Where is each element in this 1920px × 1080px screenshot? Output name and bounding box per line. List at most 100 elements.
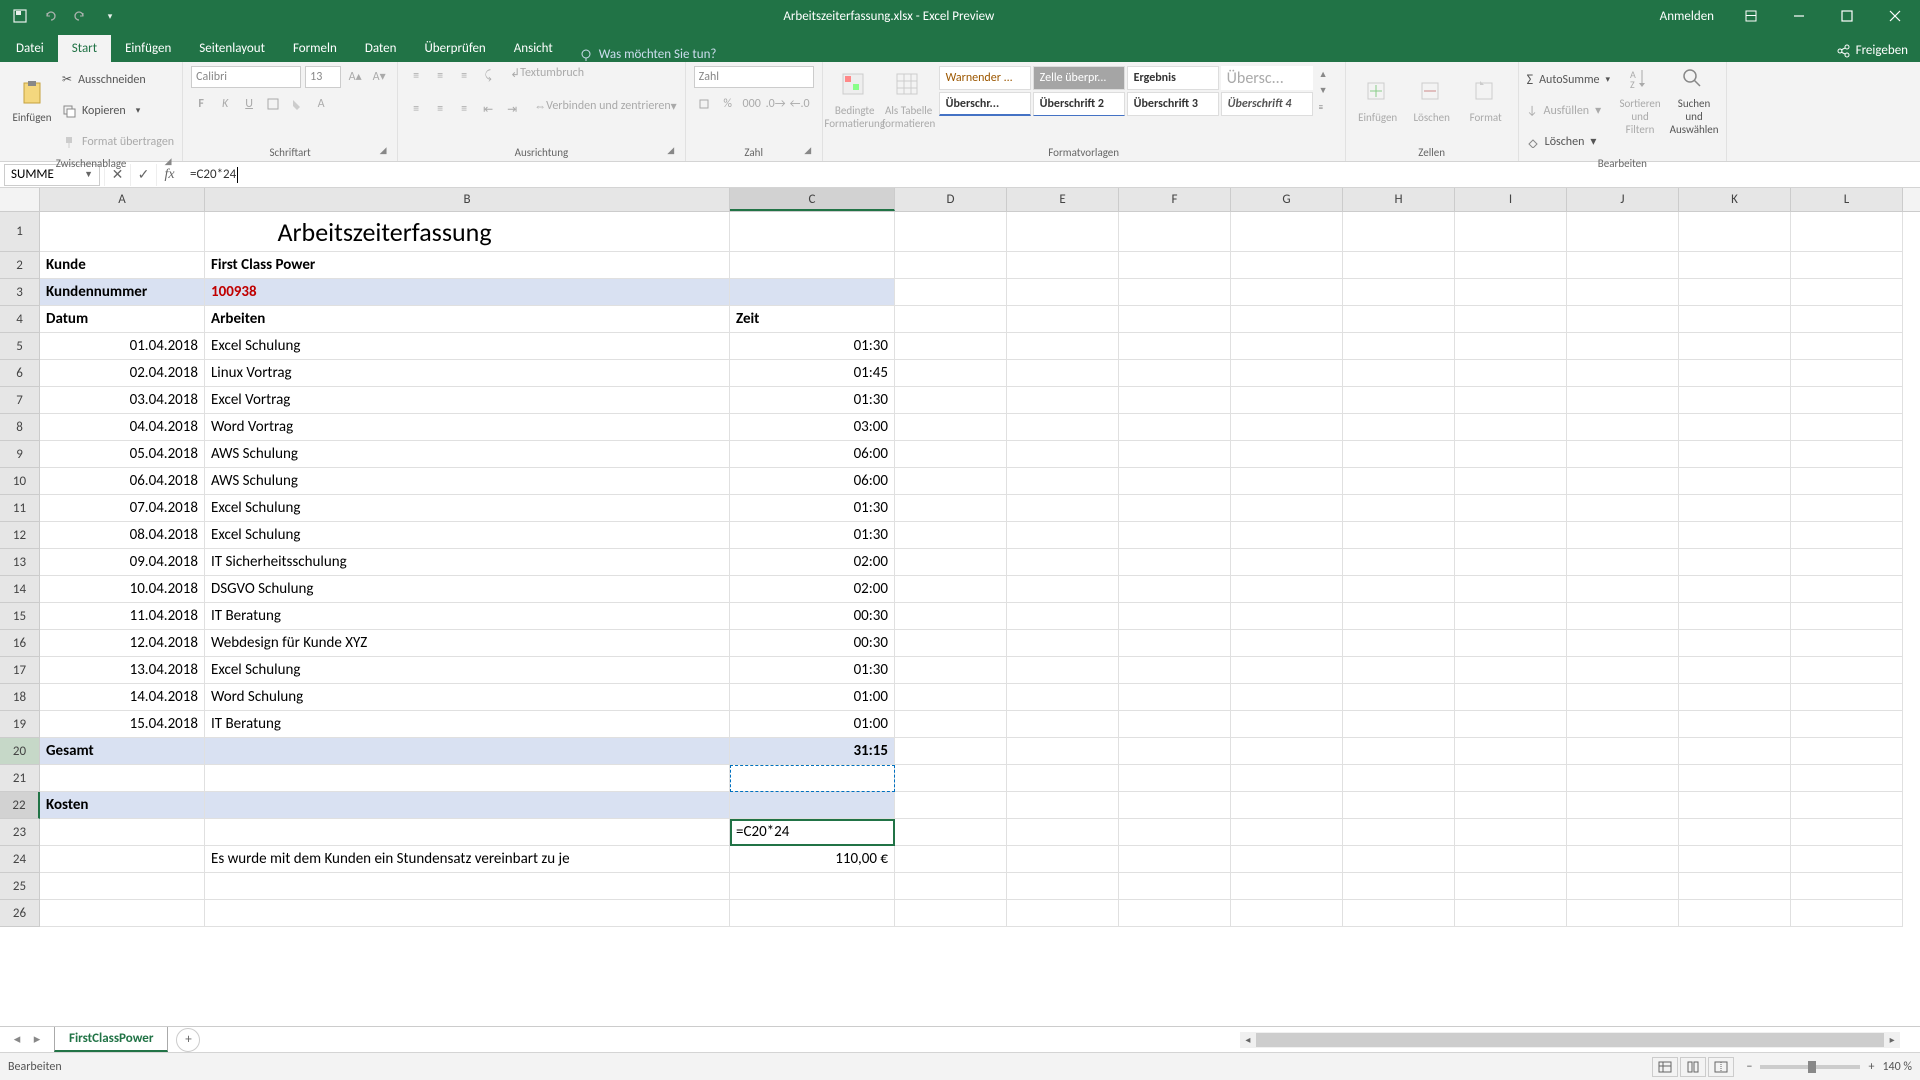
decrease-decimal-button[interactable]: ←.0 — [790, 94, 810, 114]
col-header-c[interactable]: C — [730, 188, 895, 211]
format-cells-button[interactable]: Format — [1462, 66, 1510, 136]
align-middle-button[interactable]: ≡ — [430, 66, 450, 86]
tell-me-search[interactable]: Was möchten Sie tun? — [567, 47, 729, 62]
col-header-h[interactable]: H — [1343, 188, 1455, 211]
style-h2[interactable]: Überschrift 2 — [1033, 92, 1125, 116]
qat-customize-icon[interactable]: ▾ — [98, 4, 122, 28]
format-as-table-button[interactable]: Als Tabelle formatieren — [885, 66, 933, 136]
zoom-out-button[interactable]: − — [1746, 1060, 1752, 1074]
style-warning[interactable]: Warnender ... — [939, 66, 1031, 90]
col-header-i[interactable]: I — [1455, 188, 1567, 211]
align-launcher-icon[interactable]: ◢ — [665, 145, 677, 157]
style-h3[interactable]: Überschrift 3 — [1127, 92, 1219, 116]
row-header-6[interactable]: 6 — [0, 360, 40, 387]
cut-button[interactable]: ✂Ausschneiden — [62, 66, 174, 93]
indent-dec-button[interactable]: ⇤ — [478, 99, 498, 119]
col-header-l[interactable]: L — [1791, 188, 1903, 211]
col-header-k[interactable]: K — [1679, 188, 1791, 211]
border-button[interactable] — [263, 94, 283, 114]
sheet-tab-firstclasspower[interactable]: FirstClassPower — [54, 1027, 168, 1052]
save-icon[interactable] — [8, 4, 32, 28]
minimize-button[interactable] — [1776, 0, 1822, 32]
view-normal-button[interactable] — [1652, 1057, 1678, 1077]
row-header-7[interactable]: 7 — [0, 387, 40, 414]
col-header-g[interactable]: G — [1231, 188, 1343, 211]
merge-button[interactable]: ⇔ Verbinden und zentrieren ▾ — [534, 99, 677, 126]
tab-formeln[interactable]: Formeln — [279, 35, 351, 62]
tab-daten[interactable]: Daten — [351, 35, 411, 62]
tab-start[interactable]: Start — [58, 35, 111, 62]
clipboard-launcher-icon[interactable]: ◢ — [162, 156, 174, 168]
italic-button[interactable]: K — [215, 94, 235, 114]
font-launcher-icon[interactable]: ◢ — [377, 145, 389, 157]
row-header-13[interactable]: 13 — [0, 549, 40, 576]
row-header-26[interactable]: 26 — [0, 900, 40, 927]
align-top-button[interactable]: ≡ — [406, 66, 426, 86]
redo-icon[interactable] — [68, 4, 92, 28]
autosum-button[interactable]: ΣAutoSumme ▾ — [1527, 66, 1610, 93]
share-button[interactable]: Freigeben — [1824, 39, 1920, 62]
clear-button[interactable]: Löschen ▾ — [1527, 128, 1610, 155]
currency-button[interactable] — [694, 94, 714, 114]
number-launcher-icon[interactable]: ◢ — [802, 145, 814, 157]
percent-button[interactable]: % — [718, 94, 738, 114]
horizontal-scrollbar[interactable]: ◂▸ — [1240, 1032, 1900, 1048]
align-left-button[interactable]: ≡ — [406, 99, 426, 119]
row-header-10[interactable]: 10 — [0, 468, 40, 495]
row-header-22[interactable]: 22 — [0, 792, 40, 819]
row-header-23[interactable]: 23 — [0, 819, 40, 846]
add-sheet-button[interactable]: + — [176, 1028, 200, 1052]
row-header-17[interactable]: 17 — [0, 657, 40, 684]
wrap-text-button[interactable]: ↲ Textumbruch — [510, 66, 584, 93]
tab-seitenlayout[interactable]: Seitenlayout — [185, 35, 279, 62]
tab-einfugen[interactable]: Einfügen — [111, 35, 185, 62]
align-center-button[interactable]: ≡ — [430, 99, 450, 119]
row-header-2[interactable]: 2 — [0, 252, 40, 279]
active-cell-c22[interactable]: =C20*24 — [730, 819, 895, 846]
conditional-formatting-button[interactable]: Bedingte Formatierung — [831, 66, 879, 136]
view-pagelayout-button[interactable] — [1680, 1057, 1706, 1077]
sheet-nav-prev[interactable]: ▸ — [28, 1032, 46, 1047]
row-header-5[interactable]: 5 — [0, 333, 40, 360]
row-header-25[interactable]: 25 — [0, 873, 40, 900]
style-check[interactable]: Zelle überpr... — [1033, 66, 1125, 90]
tab-uberprufen[interactable]: Überprüfen — [410, 35, 499, 62]
col-header-a[interactable]: A — [40, 188, 205, 211]
row-header-18[interactable]: 18 — [0, 684, 40, 711]
col-header-e[interactable]: E — [1007, 188, 1119, 211]
col-header-b[interactable]: B — [205, 188, 730, 211]
row-header-24[interactable]: 24 — [0, 846, 40, 873]
select-all-corner[interactable] — [0, 188, 40, 211]
style-title[interactable]: Übersc... — [1221, 66, 1313, 90]
decrease-font-button[interactable]: A▾ — [369, 66, 389, 86]
row-header-3[interactable]: 3 — [0, 279, 40, 306]
format-painter-button[interactable]: Format übertragen — [62, 128, 174, 155]
fill-color-button[interactable] — [287, 94, 307, 114]
sort-filter-button[interactable]: AZSortieren und Filtern — [1616, 66, 1664, 136]
bold-button[interactable]: F — [191, 94, 211, 114]
align-bottom-button[interactable]: ≡ — [454, 66, 474, 86]
copy-button[interactable]: Kopieren▾ — [62, 97, 174, 124]
undo-icon[interactable] — [38, 4, 62, 28]
font-size-combo[interactable] — [305, 66, 341, 88]
row-header-19[interactable]: 19 — [0, 711, 40, 738]
row-header-20[interactable]: 20 — [0, 738, 40, 765]
maximize-button[interactable] — [1824, 0, 1870, 32]
underline-button[interactable]: U — [239, 94, 259, 114]
font-family-combo[interactable] — [191, 66, 301, 88]
fill-button[interactable]: ↓Ausfüllen ▾ — [1527, 97, 1610, 124]
col-header-d[interactable]: D — [895, 188, 1007, 211]
zoom-level[interactable]: 140 % — [1882, 1060, 1912, 1074]
align-right-button[interactable]: ≡ — [454, 99, 474, 119]
tab-datei[interactable]: Datei — [2, 35, 58, 62]
font-color-button[interactable]: A — [311, 94, 331, 114]
sheet-nav-first[interactable]: ◂ — [8, 1032, 26, 1047]
paste-button[interactable]: Einfügen — [8, 66, 56, 136]
row-header-16[interactable]: 16 — [0, 630, 40, 657]
indent-inc-button[interactable]: ⇥ — [502, 99, 522, 119]
find-select-button[interactable]: Suchen und Auswählen — [1670, 66, 1718, 136]
delete-cells-button[interactable]: Löschen — [1408, 66, 1456, 136]
ribbon-options-icon[interactable] — [1728, 0, 1774, 32]
zoom-slider[interactable] — [1760, 1065, 1860, 1069]
style-h1[interactable]: Überschr... — [939, 92, 1031, 116]
